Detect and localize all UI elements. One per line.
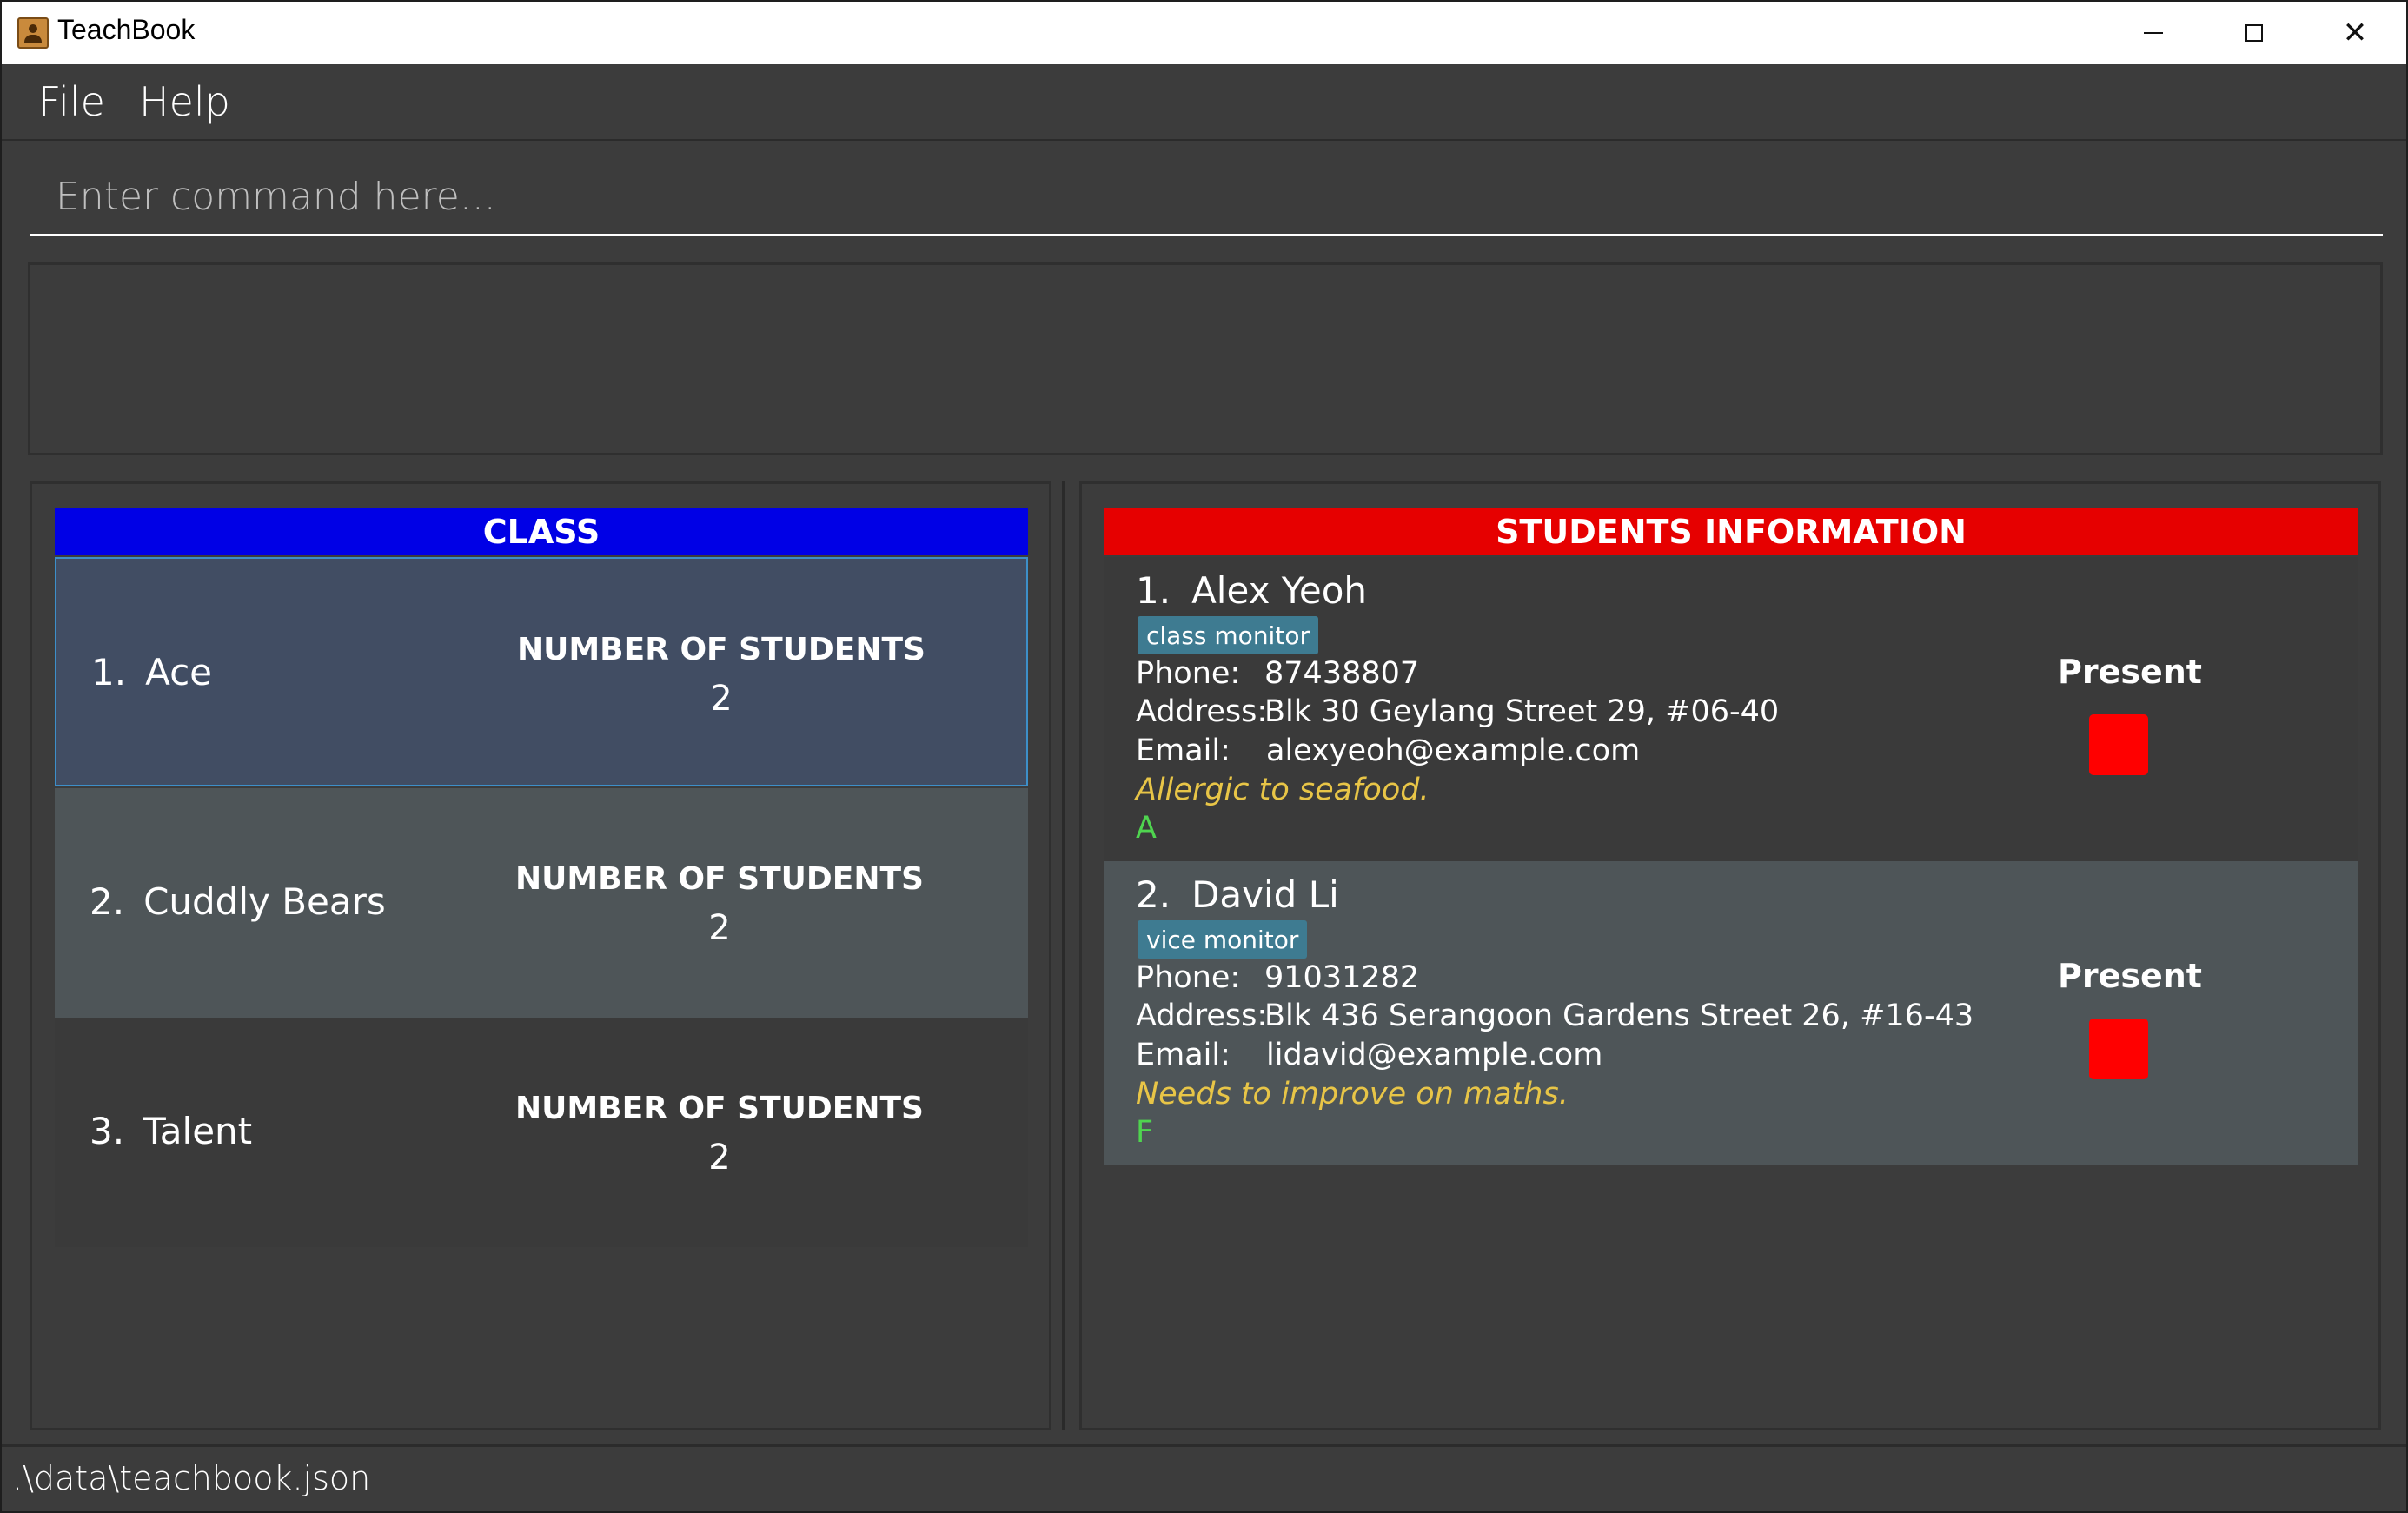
- class-student-count-label: NUMBER OF STUDENTS: [514, 1091, 924, 1126]
- student-card[interactable]: 1. Alex Yeoh class monitor Phone: 87438807…: [1104, 557, 2358, 861]
- panel-divider[interactable]: [1062, 481, 1065, 1430]
- student-name: 1. Alex Yeoh: [1136, 569, 1367, 612]
- class-student-count: 2: [710, 679, 733, 719]
- address-value: Blk 30 Geylang Street 29, #06-40: [1264, 694, 1780, 729]
- student-phone: Phone: 91031282: [1136, 960, 1419, 995]
- class-card[interactable]: 1. Ace NUMBER OF STUDENTS 2: [55, 557, 1028, 786]
- student-email: Email: alexyeoh@example.com: [1136, 733, 1640, 768]
- address-label: Address:: [1136, 999, 1268, 1033]
- class-name-text: Ace: [145, 651, 213, 693]
- student-grade: A: [1136, 811, 1157, 846]
- status-bar: .\data\teachbook.json: [2, 1444, 2406, 1511]
- class-student-count-label: NUMBER OF STUDENTS: [514, 861, 924, 897]
- student-grade: F: [1136, 1115, 1154, 1150]
- menu-help[interactable]: Help: [139, 78, 230, 125]
- email-value: lidavid@example.com: [1266, 1038, 1603, 1072]
- student-remark: Allergic to seafood.: [1136, 773, 1430, 807]
- attendance-label: Present: [2058, 957, 2202, 995]
- attendance-indicator[interactable]: [2089, 714, 2148, 775]
- student-name-text: Alex Yeoh: [1191, 569, 1368, 612]
- menu-bar: File Help: [2, 64, 2406, 141]
- class-name: 3. Talent: [90, 1110, 252, 1152]
- student-phone: Phone: 87438807: [1136, 656, 1419, 691]
- email-label: Email:: [1136, 1038, 1231, 1072]
- class-student-count: 2: [708, 908, 731, 948]
- title-bar: TeachBook ✕: [2, 2, 2406, 64]
- class-name: 1. Ace: [91, 651, 212, 693]
- window-title: TeachBook: [57, 14, 196, 45]
- close-icon: ✕: [2342, 17, 2368, 50]
- student-card[interactable]: 2. David Li vice monitor Phone: 91031282 A…: [1104, 861, 2358, 1165]
- phone-value: 91031282: [1264, 960, 1420, 995]
- attendance-label: Present: [2058, 653, 2202, 691]
- phone-label: Phone:: [1136, 656, 1241, 691]
- teachbook-app-icon: [17, 17, 49, 49]
- class-student-count: 2: [708, 1138, 731, 1178]
- student-name-text: David Li: [1191, 873, 1339, 916]
- result-display[interactable]: [28, 262, 2383, 455]
- command-input[interactable]: [30, 160, 2383, 236]
- address-value: Blk 436 Serangoon Gardens Street 26, #16…: [1264, 999, 1974, 1033]
- student-tag: class monitor: [1138, 616, 1318, 654]
- student-tag: vice monitor: [1138, 920, 1308, 959]
- menu-file[interactable]: File: [38, 78, 105, 125]
- class-index: 3.: [90, 1110, 125, 1152]
- student-name: 2. David Li: [1136, 873, 1339, 916]
- attendance-indicator[interactable]: [2089, 1019, 2148, 1079]
- class-index: 1.: [91, 651, 127, 693]
- command-box: [2, 143, 2406, 247]
- class-list-panel: CLASS 1. Ace NUMBER OF STUDENTS 2 2. Cuddl…: [30, 481, 1051, 1430]
- maximize-icon: [2245, 24, 2263, 42]
- maximize-button[interactable]: [2204, 2, 2305, 64]
- class-index: 2.: [90, 880, 125, 923]
- student-address: Address:Blk 436 Serangoon Gardens Street…: [1136, 999, 1973, 1033]
- phone-label: Phone:: [1136, 960, 1241, 995]
- address-label: Address:: [1136, 694, 1268, 729]
- save-file-path: .\data\teachbook.json: [12, 1459, 371, 1497]
- class-name-text: Cuddly Bears: [143, 880, 386, 923]
- class-name: 2. Cuddly Bears: [90, 880, 386, 923]
- app-window: TeachBook ✕ File Help CLASS 1. Ace NUMBER…: [0, 0, 2408, 1513]
- class-card[interactable]: 3. Talent NUMBER OF STUDENTS 2: [55, 1018, 1028, 1247]
- class-student-count-label: NUMBER OF STUDENTS: [516, 632, 925, 667]
- student-remark: Needs to improve on maths.: [1136, 1077, 1569, 1112]
- student-index: 1.: [1136, 569, 1171, 612]
- minimize-button[interactable]: [2103, 2, 2204, 64]
- student-list-header: STUDENTS INFORMATION: [1104, 508, 2358, 555]
- email-value: alexyeoh@example.com: [1266, 733, 1641, 768]
- student-index: 2.: [1136, 873, 1171, 916]
- student-address: Address:Blk 30 Geylang Street 29, #06-40: [1136, 694, 1779, 729]
- minimize-icon: [2144, 32, 2163, 34]
- phone-value: 87438807: [1264, 656, 1420, 691]
- student-email: Email: lidavid@example.com: [1136, 1038, 1602, 1072]
- class-name-text: Talent: [143, 1110, 253, 1152]
- close-button[interactable]: ✕: [2305, 2, 2405, 64]
- class-list-header: CLASS: [55, 508, 1028, 555]
- class-card[interactable]: 2. Cuddly Bears NUMBER OF STUDENTS 2: [55, 788, 1028, 1018]
- email-label: Email:: [1136, 733, 1231, 768]
- student-list-panel: STUDENTS INFORMATION 1. Alex Yeoh class m…: [1079, 481, 2381, 1430]
